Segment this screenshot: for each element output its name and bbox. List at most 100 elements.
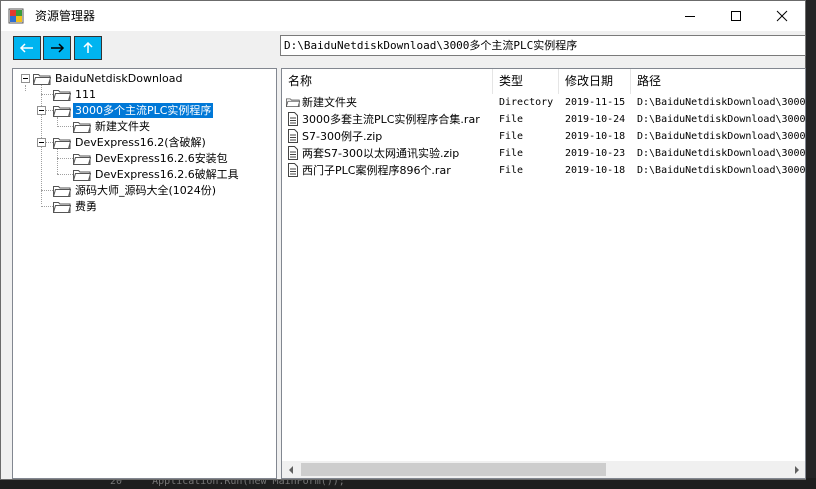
maximize-button[interactable]	[713, 1, 759, 31]
collapse-toggle-root[interactable]	[21, 74, 30, 83]
scroll-right-button[interactable]	[788, 461, 805, 478]
file-list[interactable]: 名称 类型 修改日期 路径 新建文件夹 Directory 2019-11-15…	[281, 68, 806, 479]
tree-node-label: 111	[75, 87, 96, 101]
chevron-left-icon	[288, 465, 293, 474]
background-editor-right	[806, 0, 816, 489]
tree-node-label: DevExpress16.2(含破解)	[75, 135, 206, 149]
tree-node-label: DevExpress16.2.6安装包	[95, 151, 228, 165]
list-item[interactable]: 两套S7-300以太网通讯实验.zip File 2019-10-23 D:\B…	[282, 145, 805, 162]
tree-node-guiyong[interactable]: 费勇	[53, 198, 99, 214]
list-item[interactable]: 3000多套主流PLC实例程序合集.rar File 2019-10-24 D:…	[282, 111, 805, 128]
file-date: 2019-11-15	[565, 97, 626, 108]
tree-node-label: 新建文件夹	[95, 119, 150, 133]
tree-node-plc-programs[interactable]: 3000多个主流PLC实例程序	[53, 102, 214, 118]
maximize-icon	[731, 11, 741, 21]
file-icon	[288, 163, 298, 177]
list-item[interactable]: 西门子PLC案例程序896个.rar File 2019-10-18 D:\Ba…	[282, 162, 805, 179]
tree-connector	[46, 142, 53, 143]
file-date: 2019-10-23	[565, 148, 626, 159]
file-icon	[288, 112, 298, 126]
file-path: D:\BaiduNetdiskDownload\3000	[637, 148, 805, 159]
arrow-up-icon	[83, 42, 93, 53]
folder-icon	[53, 89, 71, 101]
minimize-icon	[685, 16, 695, 17]
tree-node-dev-crack[interactable]: DevExpress16.2.6破解工具	[73, 166, 241, 182]
file-date: 2019-10-18	[565, 131, 626, 142]
folder-icon	[33, 73, 51, 85]
folder-icon	[73, 121, 91, 133]
tree-node-label: 费勇	[75, 199, 97, 213]
arrow-right-icon	[51, 43, 65, 53]
file-path: D:\BaiduNetdiskDownload\3000	[637, 114, 805, 125]
window-title: 资源管理器	[35, 9, 96, 23]
tree-connector	[41, 206, 53, 207]
list-item[interactable]: 新建文件夹 Directory 2019-11-15 D:\BaiduNetdi…	[282, 94, 805, 111]
path-input[interactable]: D:\BaiduNetdiskDownload\3000多个主流PLC实例程序	[280, 35, 806, 56]
folder-icon	[286, 98, 300, 108]
file-name: 3000多套主流PLC实例程序合集.rar	[302, 113, 480, 126]
collapse-toggle-plc[interactable]	[37, 106, 46, 115]
tree-connector	[57, 126, 73, 127]
tree-node-label: BaiduNetdiskDownload	[55, 71, 183, 85]
tree-node-root[interactable]: BaiduNetdiskDownload	[33, 70, 184, 86]
file-date: 2019-10-18	[565, 165, 626, 176]
tree-node-devexpress[interactable]: DevExpress16.2(含破解)	[53, 134, 208, 150]
tree-connector	[41, 94, 53, 95]
file-path: D:\BaiduNetdiskDownload\3000	[637, 165, 805, 176]
tree-node-label: 源码大师_源码大全(1024份)	[75, 183, 217, 197]
up-button[interactable]	[74, 36, 102, 60]
file-name-cell: 新建文件夹	[286, 94, 491, 111]
scroll-left-button[interactable]	[282, 461, 299, 478]
scrollbar-thumb[interactable]	[301, 463, 606, 476]
collapse-toggle-devexpress[interactable]	[37, 138, 46, 147]
close-button[interactable]	[759, 1, 805, 31]
tree-node-111[interactable]: 111	[53, 86, 98, 102]
file-date: 2019-10-24	[565, 114, 626, 125]
horizontal-scrollbar[interactable]	[282, 461, 805, 478]
tree-connector	[46, 110, 53, 111]
file-name: 西门子PLC案例程序896个.rar	[302, 164, 451, 177]
column-header-type[interactable]: 类型	[493, 69, 559, 94]
tree-node-label: 3000多个主流PLC实例程序	[73, 102, 214, 118]
forward-button[interactable]	[43, 36, 71, 60]
app-icon	[8, 8, 24, 24]
column-header-name[interactable]: 名称	[282, 69, 493, 94]
tree-node-label: DevExpress16.2.6破解工具	[95, 167, 239, 181]
folder-icon	[73, 169, 91, 181]
folder-icon	[53, 201, 71, 213]
folder-icon	[73, 153, 91, 165]
file-path: D:\BaiduNetdiskDownload\3000	[637, 131, 805, 142]
column-header-path[interactable]: 路径	[631, 69, 805, 94]
file-name: 两套S7-300以太网通讯实验.zip	[302, 147, 460, 160]
arrow-left-icon	[19, 43, 33, 53]
folder-tree[interactable]: BaiduNetdiskDownload 111 3000多个主流PLC实例程序…	[12, 68, 277, 479]
tree-node-source-master[interactable]: 源码大师_源码大全(1024份)	[53, 182, 218, 198]
file-type: File	[499, 131, 524, 142]
file-name-cell: 两套S7-300以太网通讯实验.zip	[286, 145, 491, 162]
file-type: Directory	[499, 97, 554, 108]
chevron-right-icon	[794, 465, 799, 474]
file-icon	[288, 146, 298, 160]
file-type: File	[499, 165, 524, 176]
list-header: 名称 类型 修改日期 路径	[282, 69, 805, 94]
back-button[interactable]	[13, 36, 41, 60]
close-icon	[776, 10, 788, 22]
minimize-button[interactable]	[667, 1, 713, 31]
file-name: S7-300例子.zip	[302, 130, 383, 143]
title-bar[interactable]: 资源管理器	[1, 1, 805, 31]
tree-connector	[57, 149, 58, 174]
tree-connector	[25, 85, 26, 91]
file-type: File	[499, 114, 524, 125]
tree-connector	[41, 190, 53, 191]
tree-connector	[57, 174, 73, 175]
list-item[interactable]: S7-300例子.zip File 2019-10-18 D:\BaiduNet…	[282, 128, 805, 145]
file-type: File	[499, 148, 524, 159]
tree-node-dev-install[interactable]: DevExpress16.2.6安装包	[73, 150, 230, 166]
file-icon	[288, 129, 298, 143]
tree-node-new-folder[interactable]: 新建文件夹	[73, 118, 152, 134]
folder-icon	[53, 185, 71, 197]
column-header-date[interactable]: 修改日期	[559, 69, 631, 94]
folder-icon	[53, 105, 71, 117]
file-path: D:\BaiduNetdiskDownload\3000	[637, 97, 805, 108]
folder-icon	[53, 137, 71, 149]
